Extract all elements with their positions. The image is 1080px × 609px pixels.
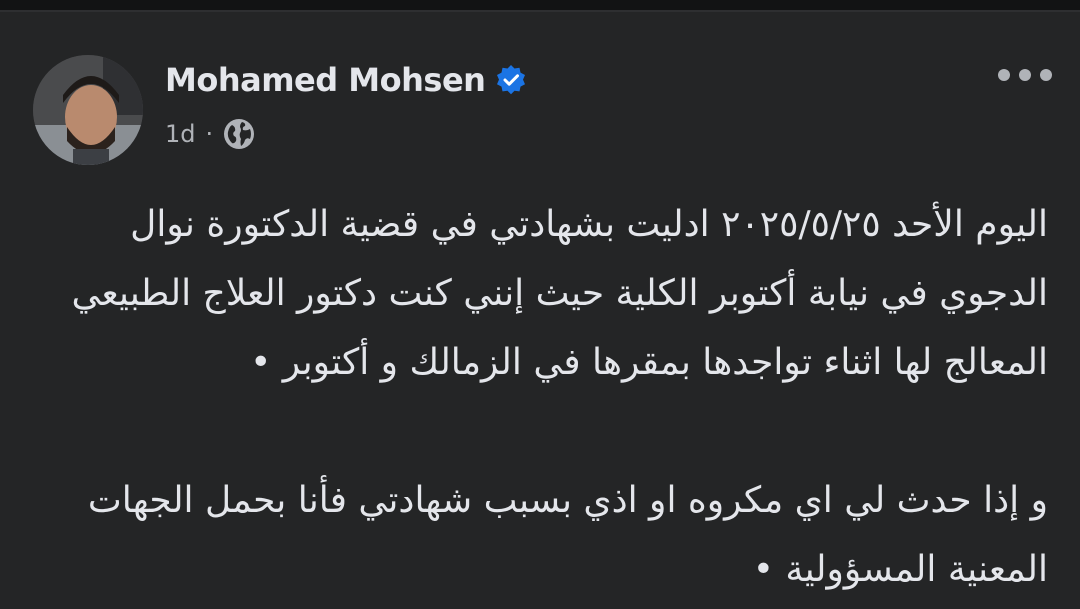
more-dot — [1019, 69, 1031, 81]
verified-badge-icon — [497, 65, 526, 95]
post-paragraph: و إذا حدث لي اي مكروه او اذي بسبب شهادتي… — [87, 480, 1048, 590]
timestamp[interactable]: 1d — [165, 120, 196, 148]
globe-icon[interactable] — [223, 118, 255, 150]
top-bar — [0, 0, 1080, 12]
avatar-photo — [33, 55, 143, 165]
more-options-icon[interactable] — [998, 60, 1052, 90]
avatar[interactable] — [33, 55, 143, 165]
post-body: اليوم الأحد ٢٠٢٥/٥/٢٥ ادليت بشهادتي في ق… — [40, 190, 1048, 604]
more-dot — [1040, 69, 1052, 81]
post-card: Mohamed Mohsen 1d · اليوم الأحد ٢٠٢٥/٥/٢… — [0, 12, 1080, 609]
post-meta: 1d · — [165, 116, 255, 152]
more-dot — [998, 69, 1010, 81]
meta-separator: · — [205, 120, 214, 148]
author-name[interactable]: Mohamed Mohsen — [165, 61, 486, 99]
post-paragraph: اليوم الأحد ٢٠٢٥/٥/٢٥ ادليت بشهادتي في ق… — [71, 204, 1048, 383]
author-header: Mohamed Mohsen — [165, 58, 527, 102]
